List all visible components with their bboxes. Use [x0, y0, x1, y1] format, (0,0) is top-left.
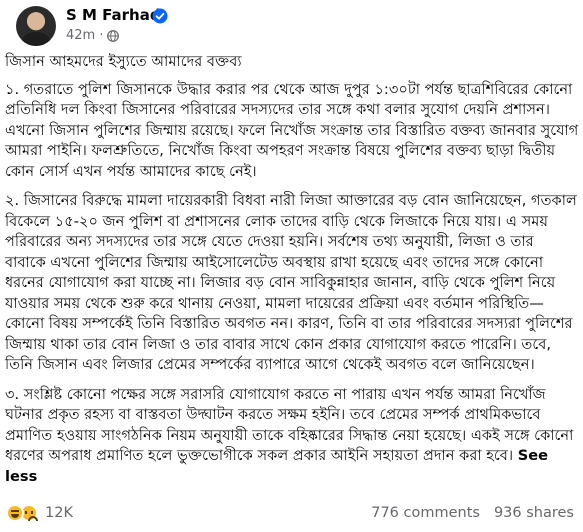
- post-paragraph-2: ২. জিসানের বিরুদ্ধে মামলা দায়েরকারী বিধ…: [5, 192, 577, 373]
- post-meta: 42m ·: [66, 28, 120, 43]
- globe-icon[interactable]: [107, 29, 120, 42]
- haha-reaction-icon: [6, 504, 24, 522]
- comments-count[interactable]: 776 comments: [371, 505, 480, 521]
- post-stats: 776 comments 936 shares: [371, 505, 574, 521]
- post-header: S M Farhad 42m ·: [0, 0, 583, 48]
- post-body: জিসান আহমদের ইস্যুতে আমাদের বক্তব্য ১. গ…: [5, 52, 579, 496]
- author-name[interactable]: S M Farhad: [66, 6, 161, 24]
- shares-count[interactable]: 936 shares: [494, 505, 574, 521]
- post-title: জিসান আহমদের ইস্যুতে আমাদের বক্তব্য: [5, 53, 242, 70]
- reaction-count[interactable]: 12K: [45, 505, 73, 521]
- post-paragraph-3: ৩. সংশ্লিষ্ট কোনো পক্ষের সঙ্গে সরাসরি যো…: [5, 385, 579, 488]
- reactions-summary[interactable]: 12K: [6, 504, 73, 522]
- post-paragraph-3-text: ৩. সংশ্লিষ্ট কোনো পক্ষের সঙ্গে সরাসরি যো…: [5, 385, 574, 465]
- avatar[interactable]: [16, 6, 56, 46]
- post-timestamp[interactable]: 42m: [66, 28, 95, 43]
- meta-separator: ·: [99, 28, 104, 43]
- verified-badge-icon: [152, 8, 168, 24]
- post-footer: 12K 776 comments 936 shares: [0, 496, 583, 532]
- post-paragraph-1: ১. গতরাতে পুলিশ জিসানকে উদ্ধার করার পর থ…: [5, 80, 579, 180]
